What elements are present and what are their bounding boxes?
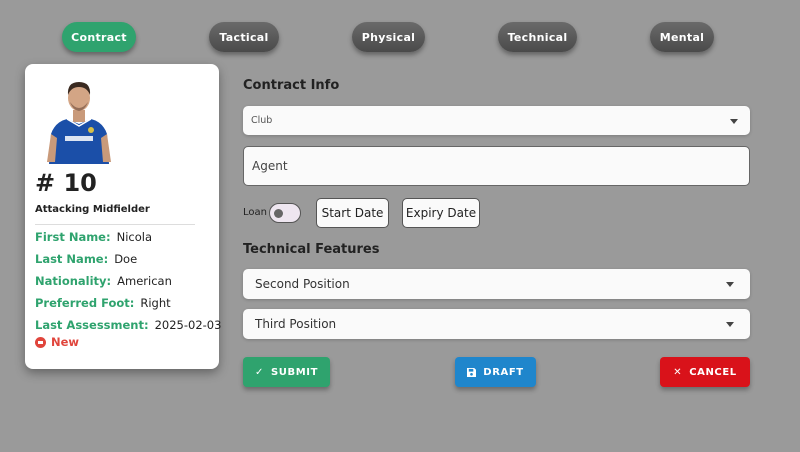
tab-contract[interactable]: Contract [62,22,136,52]
new-status-badge: New [35,335,79,349]
info-value: 2025-02-03 [154,318,222,332]
tab-label: Technical [507,30,568,44]
tab-label: Contract [71,30,127,44]
chevron-down-icon [726,322,734,327]
tab-label: Mental [659,30,705,44]
info-last-name: Last Name: Doe [35,252,137,266]
loan-label: Loan [243,207,267,218]
agent-placeholder: Agent [252,159,288,173]
info-last-assessment: Last Assessment: 2025-02-03 [35,318,221,332]
expiry-date-label: Expiry Date [405,206,477,220]
draft-label: DRAFT [483,366,524,378]
chevron-down-icon [726,282,734,287]
contract-info-title: Contract Info [243,78,340,93]
info-first-name: First Name: Nicola [35,230,152,244]
cancel-label: CANCEL [689,366,737,378]
draft-button[interactable]: DRAFT [455,357,536,387]
tab-technical[interactable]: Technical [498,22,577,52]
loan-toggle[interactable] [269,203,301,223]
start-date-label: Start Date [321,206,384,220]
save-icon [467,367,477,377]
club-label: Club [251,115,273,126]
cancel-button[interactable]: ✕ CANCEL [660,357,750,387]
tab-tactical[interactable]: Tactical [209,22,279,52]
info-label: Last Assessment: [35,318,149,332]
info-label: Preferred Foot: [35,296,135,310]
card-divider [35,224,195,225]
tab-mental[interactable]: Mental [650,22,714,52]
player-role: Attacking Midfielder [35,204,150,215]
technical-features-title: Technical Features [243,242,380,257]
expiry-date-field[interactable]: Expiry Date [402,198,480,228]
info-value: Nicola [116,230,152,244]
agent-input[interactable]: Agent [243,146,750,186]
check-icon: ✓ [254,366,264,378]
tab-label: Tactical [219,30,269,44]
second-position-label: Second Position [255,277,350,291]
toggle-knob [274,209,283,218]
club-select[interactable]: Club [243,106,750,135]
info-label: Nationality: [35,274,112,288]
submit-button[interactable]: ✓ SUBMIT [243,357,330,387]
info-value: Doe [114,252,138,266]
new-icon [35,336,46,348]
close-icon: ✕ [673,366,683,378]
start-date-field[interactable]: Start Date [316,198,389,228]
player-number: # 10 [35,169,97,197]
tab-physical[interactable]: Physical [352,22,425,52]
player-photo [47,82,111,164]
tab-label: Physical [361,30,416,44]
info-value: Right [140,296,171,310]
info-label: First Name: [35,230,111,244]
info-value: American [117,274,172,288]
new-label: New [51,335,80,349]
chevron-down-icon [730,118,738,124]
second-position-select[interactable]: Second Position [243,269,750,299]
info-preferred-foot: Preferred Foot: Right [35,296,171,310]
info-label: Last Name: [35,252,109,266]
info-nationality: Nationality: American [35,274,172,288]
third-position-select[interactable]: Third Position [243,309,750,339]
third-position-label: Third Position [255,317,337,331]
player-card: # 10 Attacking Midfielder First Name: Nic… [25,64,221,369]
submit-label: SUBMIT [270,366,319,378]
